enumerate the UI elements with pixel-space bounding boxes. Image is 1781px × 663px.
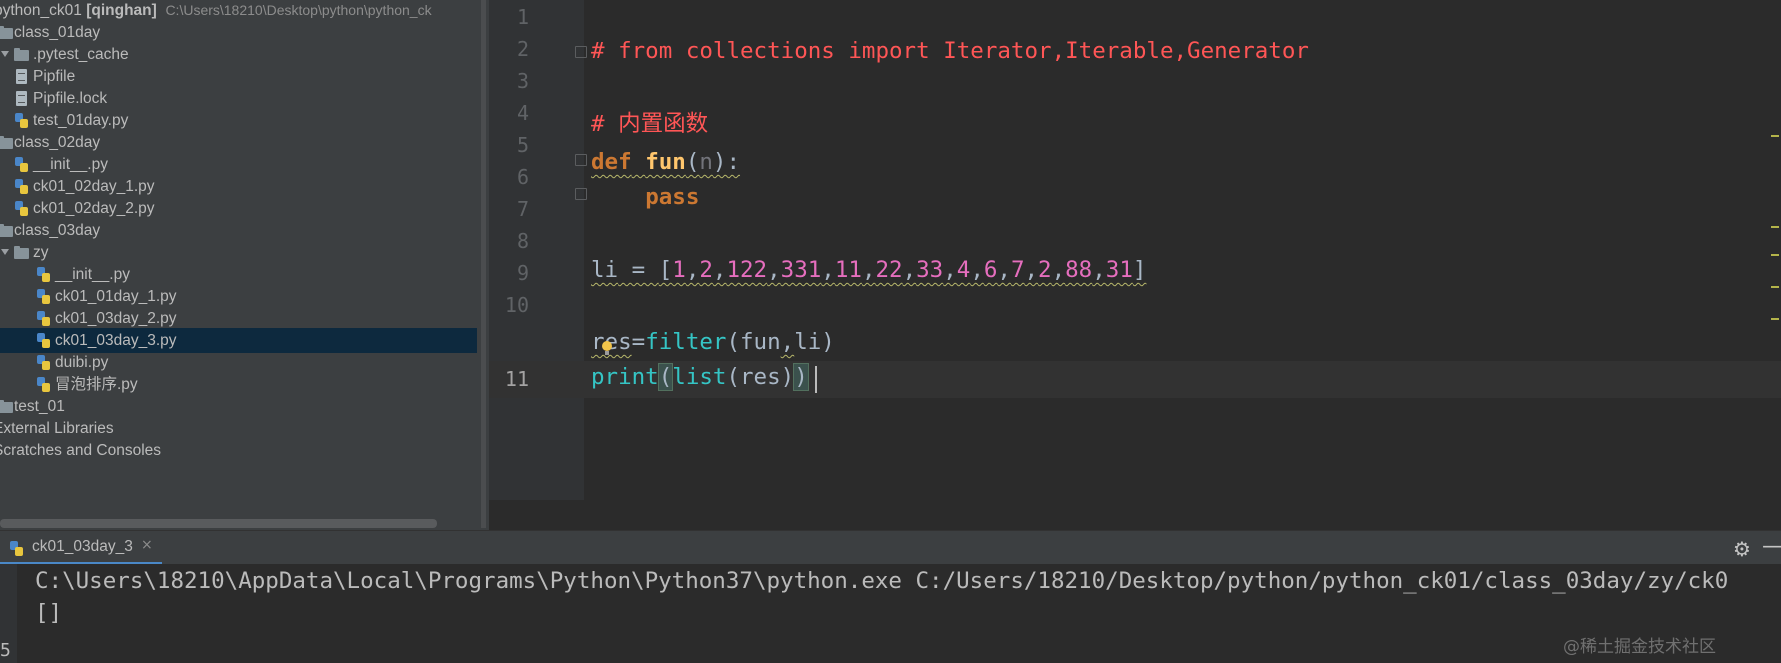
code-line-11[interactable]: print(list(res)) <box>591 363 809 391</box>
lightbulb-icon[interactable] <box>601 341 613 355</box>
line-number: 10 <box>504 293 529 317</box>
run-tab-label: ck01_03day_3 <box>32 538 133 555</box>
project-path: C:\Users\18210\Desktop\python\python_ck <box>165 2 432 18</box>
keyword-pass: pass <box>645 184 700 210</box>
number-literal: 6 <box>983 257 998 283</box>
project-user: [qinghan] <box>86 2 157 19</box>
python-file-icon <box>14 156 30 173</box>
number-literal: 331 <box>780 257 822 283</box>
number-literal: 1 <box>672 257 686 283</box>
keyword-def: def <box>591 149 632 175</box>
builtin-filter: filter <box>645 329 727 355</box>
code-line-6[interactable]: pass <box>591 184 699 210</box>
horizontal-scrollbar[interactable] <box>0 519 437 528</box>
number-literal: 88 <box>1065 257 1093 283</box>
argument: fun <box>740 329 781 355</box>
python-file-icon <box>36 310 52 327</box>
list-literal: 1,2,122,331,11,22,33,4,6,7,2,88,31 <box>672 257 1133 283</box>
line-number: 9 <box>516 261 529 285</box>
python-file-icon <box>36 376 52 393</box>
code-line-5[interactable]: def fun(n): <box>591 149 740 175</box>
chevron-down-icon[interactable] <box>0 247 10 257</box>
python-file-icon <box>14 178 30 195</box>
folder-icon <box>0 134 14 151</box>
console-command: C:\Users\18210\AppData\Local\Programs\Py… <box>35 568 1729 594</box>
project-title: python_ck01 <box>0 2 82 19</box>
fold-marker-icon[interactable] <box>575 46 587 58</box>
line-number: 2 <box>516 37 529 61</box>
run-tab[interactable]: ck01_03day_3 × <box>0 531 162 565</box>
line-number: 3 <box>516 69 529 93</box>
chevron-down-icon[interactable] <box>0 49 10 59</box>
code-line-10[interactable]: res=filter(fun,li) <box>591 329 835 355</box>
run-toolbar: ck01_03day_3 × ⚙ — <box>0 530 1781 565</box>
fold-marker-icon[interactable] <box>575 154 587 166</box>
function-name: fun <box>645 149 686 175</box>
python-run-icon <box>9 540 25 557</box>
python-file-icon <box>14 112 30 129</box>
console-output[interactable]: C:\Users\18210\AppData\Local\Programs\Py… <box>17 564 1781 663</box>
builtin-list: list <box>672 364 727 390</box>
parameter: n <box>699 149 713 175</box>
gear-icon[interactable]: ⚙ <box>1733 537 1751 561</box>
line-number: 1 <box>516 5 529 29</box>
code-line-4[interactable]: # 内置函数 <box>591 106 708 138</box>
comment: # from collections import Iterator,Itera… <box>591 38 1309 64</box>
python-file-icon <box>36 332 52 349</box>
line-number: 6 <box>516 165 529 189</box>
error-stripe-mark[interactable] <box>1771 135 1779 137</box>
close-icon[interactable]: × <box>141 537 153 553</box>
error-stripe-mark[interactable] <box>1771 286 1779 288</box>
line-number-current: 11 <box>504 367 529 391</box>
folder-icon <box>14 46 30 63</box>
number-literal: 2 <box>1038 257 1052 283</box>
argument: res <box>740 364 781 390</box>
file-icon <box>14 90 30 107</box>
file-icon <box>14 68 30 85</box>
python-file-icon <box>36 288 52 305</box>
project-panel: python_ck01 [qinghan] C:\Users\18210\Des… <box>0 0 489 530</box>
code-line-2[interactable]: # from collections import Iterator,Itera… <box>591 38 1309 64</box>
number-literal: 122 <box>726 257 768 283</box>
python-file-icon <box>36 354 52 371</box>
comment: # 内置函数 <box>591 111 709 137</box>
folder-icon <box>0 222 14 239</box>
variable: li <box>591 257 619 283</box>
number-literal: 31 <box>1105 257 1133 283</box>
number-literal: 2 <box>699 257 713 283</box>
minimize-icon[interactable]: — <box>1762 534 1781 559</box>
watermark: @稀土掘金技术社区 <box>1563 637 1716 657</box>
tree-item-scratches[interactable]: Scratches and Consoles <box>0 438 489 463</box>
error-stripe-mark[interactable] <box>1771 226 1779 228</box>
folder-icon <box>14 244 30 261</box>
number-literal: 22 <box>875 257 903 283</box>
tree-item-label: Scratches and Consoles <box>0 442 162 459</box>
line-number: 8 <box>516 229 529 253</box>
assign-operator: = <box>618 257 659 283</box>
line-number: 7 <box>516 197 529 221</box>
line-number: 5 <box>516 133 529 157</box>
number-literal: 33 <box>916 257 944 283</box>
number-literal: 7 <box>1010 257 1025 283</box>
number-literal: 11 <box>834 257 862 283</box>
argument: li <box>794 329 822 355</box>
builtin-print: print <box>591 364 659 390</box>
line-number: 4 <box>516 101 529 125</box>
vertical-scrollbar[interactable] <box>481 0 486 528</box>
number-literal: 4 <box>956 257 971 283</box>
error-stripe-mark[interactable] <box>1771 318 1779 320</box>
console-result: [] <box>35 600 63 626</box>
folder-icon <box>0 398 14 415</box>
text-caret <box>815 366 817 393</box>
code-line-8[interactable]: li = [1,2,122,331,11,22,33,4,6,7,2,88,31… <box>591 257 1146 283</box>
code-editor[interactable] <box>584 0 1781 500</box>
error-stripe-mark[interactable] <box>1771 254 1779 256</box>
run-gutter-number: 5 <box>0 640 11 661</box>
fold-marker-icon[interactable] <box>575 188 587 200</box>
python-file-icon <box>36 266 52 283</box>
python-file-icon <box>14 200 30 217</box>
folder-icon <box>0 24 14 41</box>
editor-bottom-area <box>489 500 1781 530</box>
